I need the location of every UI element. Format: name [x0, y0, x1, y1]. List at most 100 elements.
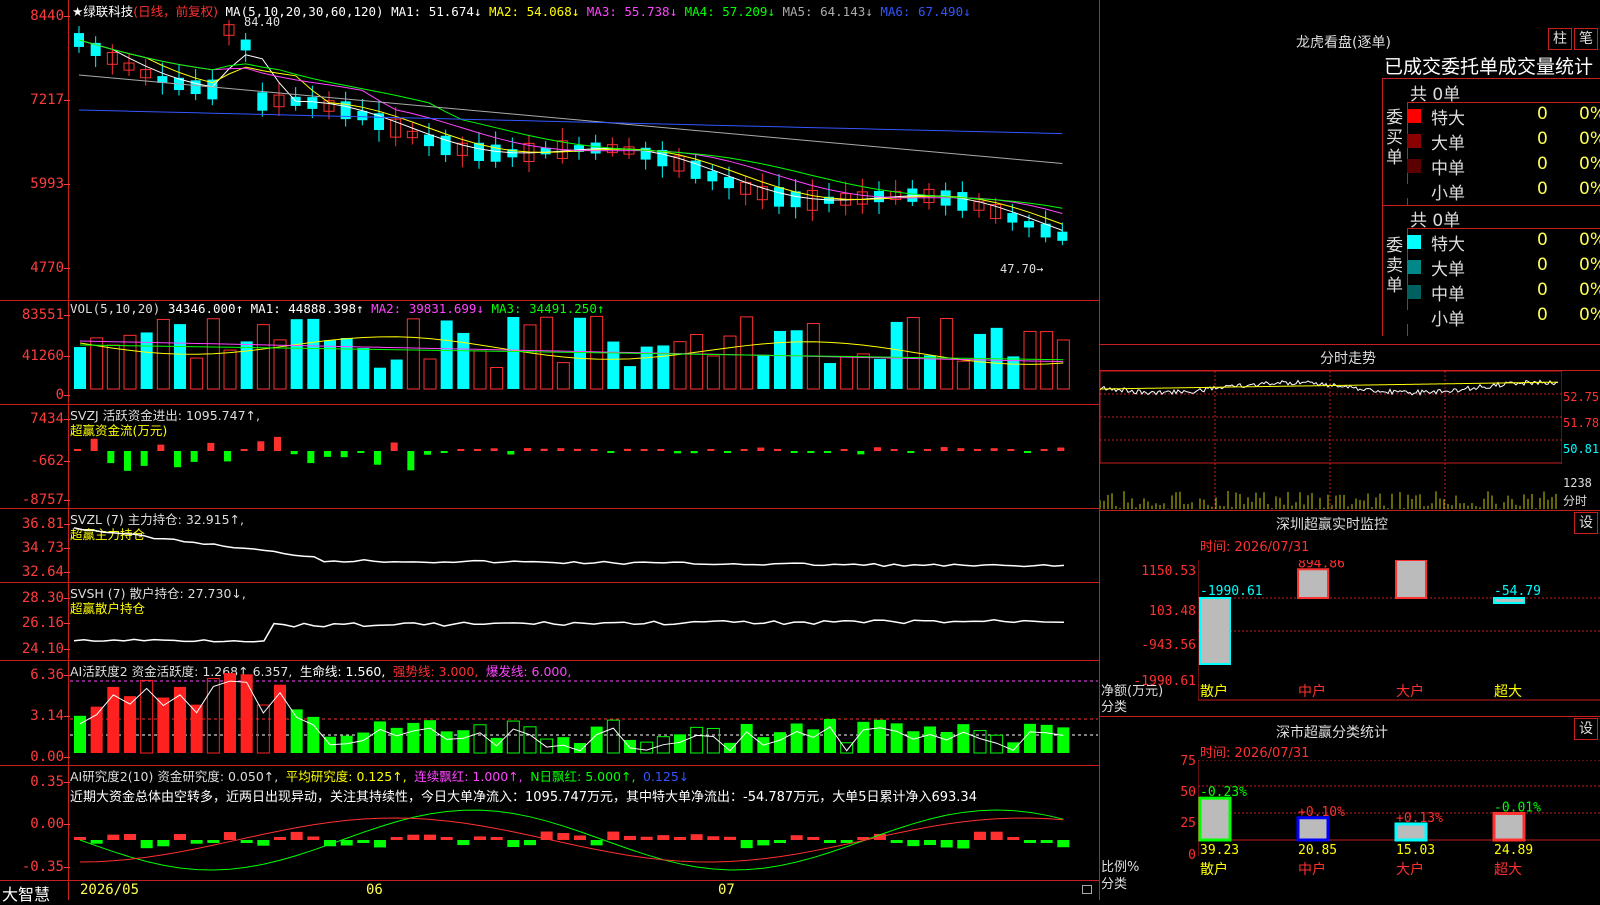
candle-body — [540, 147, 551, 155]
intraday-axis-1: 52.75 — [1563, 390, 1600, 404]
research-bar — [440, 837, 453, 840]
research-bar — [590, 840, 603, 846]
flow-bar — [374, 451, 381, 465]
flow-bar — [240, 449, 248, 451]
flow-bar — [340, 451, 348, 458]
research-bar — [74, 837, 86, 840]
research-bar — [424, 834, 436, 840]
monitor-bar-value: -1990.61 — [1200, 584, 1263, 599]
research-bar — [724, 836, 736, 840]
ai-research-panel[interactable]: AI研究度2(10) 资金研究度: 0.050↑, 平均研究度: 0.125↑,… — [0, 766, 1099, 880]
volume-bar — [774, 330, 786, 389]
research-bar — [474, 836, 486, 840]
activity-bar — [206, 678, 220, 754]
activity-bar — [824, 718, 836, 753]
activity-bar — [890, 723, 903, 753]
activity-bar — [457, 730, 470, 753]
ai-active-panel[interactable]: AI活跃度2 资金活跃度: 1.268↑,6.357, 生命线: 1.560, … — [0, 661, 1099, 765]
sell-row-xl: 特大00% — [1407, 230, 1600, 255]
volume-bar — [624, 366, 636, 389]
kline-chart[interactable] — [70, 20, 1098, 295]
volume-bar — [556, 362, 570, 390]
stock-name[interactable]: ★绿联科技 — [72, 4, 133, 19]
activity-bar — [540, 738, 554, 754]
swatch-icon — [1407, 285, 1421, 299]
monitor-bar-value: 894.86 — [1298, 560, 1345, 571]
volume-bar — [856, 353, 870, 390]
svzl-axis-3: 32.64 — [0, 564, 70, 580]
svsh-axis-2: 26.16 — [0, 615, 70, 631]
price-axis-3: 5993 — [0, 176, 70, 192]
svzl-panel[interactable]: SVZL (7) 主力持仓: 32.915↑, 超赢主力持仓 36.81 34.… — [0, 509, 1099, 582]
monitor-bar-value: 1150.53 — [1396, 560, 1451, 562]
ma2-value: MA2: 54.068↓ — [488, 4, 580, 19]
ai-avg-research: 平均研究度: 0.125↑, — [285, 769, 407, 784]
candle-body — [774, 187, 784, 207]
stroke-mode-button[interactable]: 笔 — [1574, 28, 1598, 50]
candle-body — [1057, 231, 1068, 241]
research-bar — [524, 840, 536, 846]
research-bar — [557, 833, 570, 840]
flow-bar — [474, 449, 481, 451]
flow-bar — [1024, 451, 1031, 453]
activity-bar — [874, 719, 886, 753]
lock-icon[interactable] — [1082, 885, 1092, 894]
volume-bar — [423, 358, 437, 390]
vol-axis-1: 83551 — [0, 307, 70, 323]
volume-bar — [706, 355, 720, 390]
dragon-title: 龙虎看盘(逐单) — [1296, 35, 1391, 51]
monitor-settings-button[interactable]: 设 — [1574, 512, 1598, 534]
flow-bar — [924, 449, 931, 451]
intraday-chart[interactable] — [1100, 371, 1562, 509]
intraday-tab[interactable]: 分时 — [1563, 492, 1587, 509]
class-category: 中户 — [1298, 861, 1326, 878]
research-bar — [490, 837, 503, 840]
svsh-axis-3: 24.10 — [0, 641, 70, 657]
price-panel[interactable]: ★绿联科技(日线，前复权) MA(5,10,20,30,60,120) MA1:… — [0, 0, 1099, 300]
research-bar — [507, 840, 520, 848]
volume-bar — [223, 349, 237, 390]
activity-bar — [990, 734, 1004, 754]
intraday-axis-3: 50.81 — [1563, 442, 1600, 456]
indicator-line — [73, 618, 1065, 643]
class-bar-change: -0.23% — [1200, 785, 1247, 800]
research-bar — [207, 840, 220, 843]
svzj-axis-1: 7434 — [0, 411, 70, 427]
monitor-title: 深圳超赢实时监控 — [1276, 517, 1388, 533]
activity-bar — [1040, 724, 1053, 753]
class-settings-button[interactable]: 设 — [1574, 718, 1598, 740]
svsh-panel[interactable]: SVSH (7) 散户持仓: 27.730↓, 超赢散户持仓 28.30 26.… — [0, 583, 1099, 660]
class-bar — [1198, 796, 1232, 842]
flow-bar — [857, 451, 865, 455]
research-bar — [307, 836, 320, 840]
research-bar — [90, 840, 103, 844]
ma6-value: MA6: 67.490↓ — [880, 4, 971, 19]
order-tabs[interactable]: 已成交委托单成交量统计 — [1384, 52, 1593, 79]
volume-bar — [723, 335, 737, 390]
volume-panel[interactable]: VOL(5,10,20) 34346.000↑ MA1: 44888.398↑ … — [0, 301, 1099, 404]
brand-label[interactable]: 大智慧 — [2, 881, 50, 905]
bar-mode-button[interactable]: 柱 — [1548, 28, 1572, 50]
research-bar — [140, 840, 153, 849]
research-bar — [1057, 840, 1070, 848]
flow-bar — [140, 451, 148, 466]
monitor-category: 超大 — [1494, 684, 1522, 700]
buy-total: 共 0单 — [1410, 85, 1461, 105]
volume-bar — [190, 357, 204, 390]
ai-research-label: AI研究度2(10) 资金研究度: 0.050↑, — [70, 769, 279, 784]
research-bar — [240, 840, 253, 843]
volume-bar — [607, 341, 620, 389]
flow-bar — [174, 451, 181, 468]
svzj-panel[interactable]: SVZJ 活跃资金进出: 1095.747↑, 超赢资金流(万元) 7434 -… — [0, 405, 1099, 508]
research-bar — [457, 840, 470, 846]
intraday-title[interactable]: 分时走势 — [1320, 348, 1376, 368]
monitor-axis-3: -943.56 — [1141, 638, 1196, 653]
candle-body — [790, 191, 801, 208]
vol-axis-2: 41260 — [0, 348, 70, 364]
price-axis-1: 8440 — [0, 8, 70, 24]
swatch-icon — [1407, 260, 1421, 274]
candle-body — [590, 142, 601, 154]
ma-line — [78, 39, 1063, 209]
flow-bar — [824, 451, 831, 453]
flow-bar — [224, 451, 231, 462]
